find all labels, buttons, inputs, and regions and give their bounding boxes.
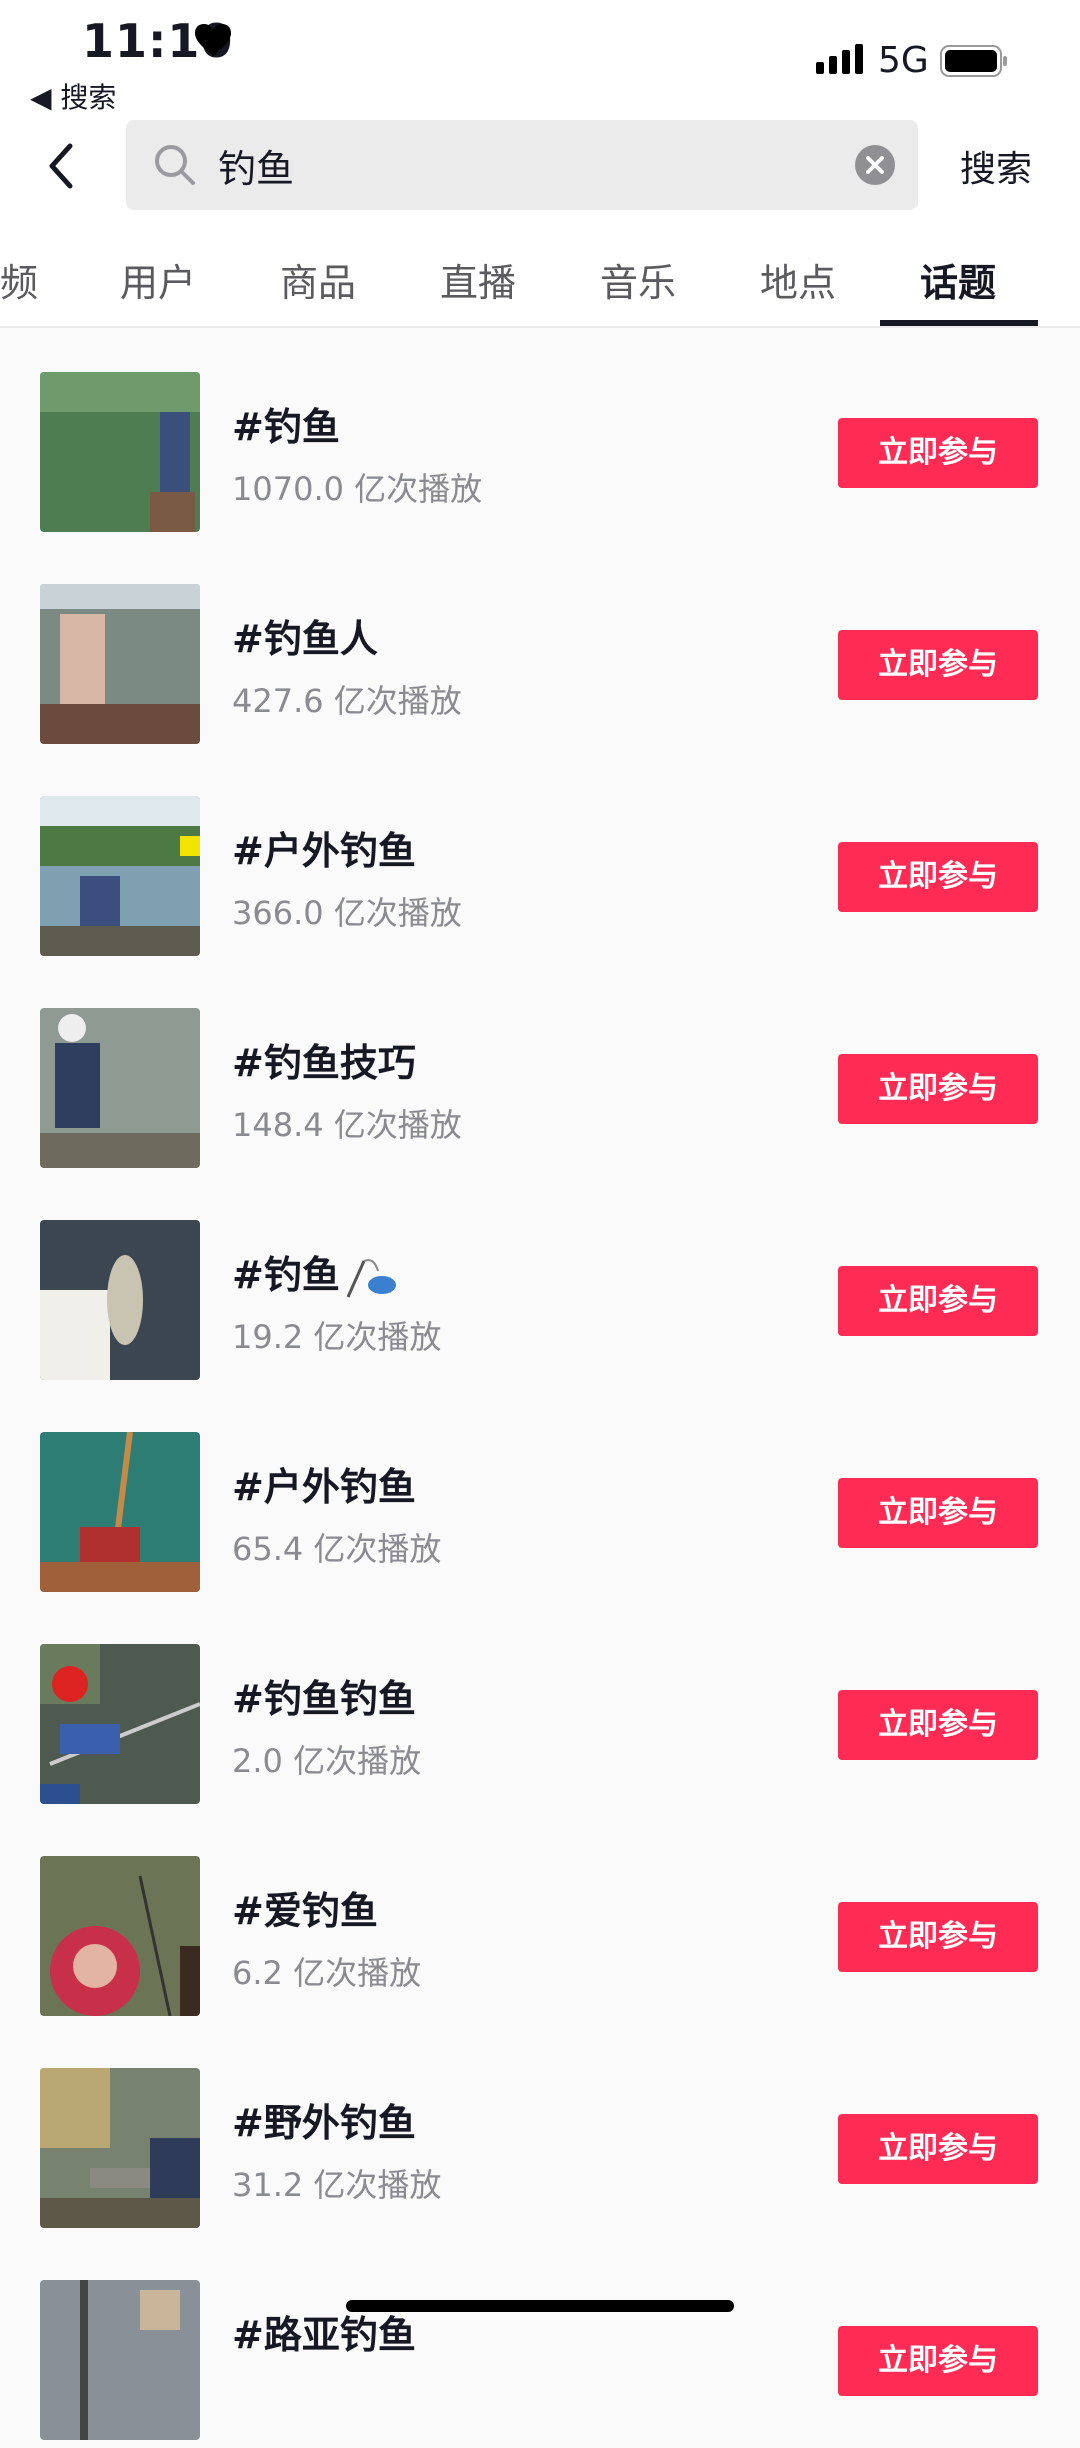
topic-title: #户外钓鱼	[232, 1465, 416, 1509]
topic-row[interactable]: #野外钓鱼 31.2 亿次播放 立即参与	[0, 2024, 1080, 2236]
topic-row[interactable]: #户外钓鱼 65.4 亿次播放 立即参与	[0, 1388, 1080, 1600]
topic-title: #户外钓鱼	[232, 829, 416, 873]
topic-play-count: 65.4 亿次播放	[232, 1530, 442, 1568]
tab-video[interactable]: 频	[0, 252, 38, 307]
category-tabs: 频 用户 商品 直播 音乐 地点 话题	[0, 212, 1080, 328]
topic-row[interactable]: #钓鱼 1070.0 亿次播放 立即参与	[0, 328, 1080, 540]
tab-topics[interactable]: 话题	[920, 252, 996, 307]
tab-live[interactable]: 直播	[440, 252, 516, 307]
back-arrow-icon[interactable]	[38, 138, 88, 194]
topic-title: #爱钓鱼	[232, 1889, 378, 1933]
fishing-emoji-icon	[346, 1258, 396, 1298]
topic-play-count: 366.0 亿次播放	[232, 894, 462, 932]
tab-products[interactable]: 商品	[280, 252, 356, 307]
topic-row[interactable]: #钓鱼技巧 148.4 亿次播放 立即参与	[0, 964, 1080, 1176]
join-button[interactable]: 立即参与	[838, 1690, 1038, 1760]
topic-title: #钓鱼	[232, 1244, 398, 1301]
network-type: 5G	[878, 40, 929, 81]
topic-title: #路亚钓鱼	[232, 2313, 416, 2357]
tab-places[interactable]: 地点	[760, 252, 836, 307]
join-button[interactable]: 立即参与	[838, 2114, 1038, 2184]
topic-thumbnail	[40, 1008, 200, 1168]
signal-icon	[816, 44, 863, 74]
active-tab-indicator	[880, 320, 1038, 326]
topic-play-count: 1070.0 亿次播放	[232, 470, 483, 508]
status-bar: 11:10 ◀ 搜索 5G	[0, 0, 1080, 120]
topic-play-count: 6.2 亿次播放	[232, 1954, 422, 1992]
topic-thumbnail	[40, 1432, 200, 1592]
topic-row[interactable]: #钓鱼人 427.6 亿次播放 立即参与	[0, 540, 1080, 752]
topic-row[interactable]: #爱钓鱼 6.2 亿次播放 立即参与	[0, 1812, 1080, 2024]
topic-play-count: 2.0 亿次播放	[232, 1742, 422, 1780]
topic-play-count: 31.2 亿次播放	[232, 2166, 442, 2204]
search-button[interactable]: 搜索	[960, 140, 1032, 192]
tab-users[interactable]: 用户	[120, 252, 196, 307]
topic-thumbnail	[40, 2280, 200, 2440]
search-header: 钓鱼 搜索	[0, 120, 1080, 212]
topic-thumbnail	[40, 372, 200, 532]
topic-thumbnail	[40, 1856, 200, 2016]
home-indicator[interactable]	[346, 2300, 734, 2312]
topic-play-count: 427.6 亿次播放	[232, 682, 462, 720]
topic-thumbnail	[40, 1644, 200, 1804]
join-button[interactable]: 立即参与	[838, 1902, 1038, 1972]
search-icon	[155, 145, 195, 185]
join-button[interactable]: 立即参与	[838, 2326, 1038, 2396]
heart-icon	[195, 24, 231, 56]
topic-title: #钓鱼	[232, 405, 340, 449]
join-button[interactable]: 立即参与	[838, 1054, 1038, 1124]
topic-play-count: 148.4 亿次播放	[232, 1106, 462, 1144]
topic-title: #野外钓鱼	[232, 2101, 416, 2145]
join-button[interactable]: 立即参与	[838, 1478, 1038, 1548]
topic-thumbnail	[40, 796, 200, 956]
topic-thumbnail	[40, 584, 200, 744]
topic-thumbnail	[40, 2068, 200, 2228]
battery-icon	[940, 45, 1007, 77]
tab-music[interactable]: 音乐	[600, 252, 676, 307]
join-button[interactable]: 立即参与	[838, 418, 1038, 488]
topic-row[interactable]: #钓鱼钓鱼 2.0 亿次播放 立即参与	[0, 1600, 1080, 1812]
search-query: 钓鱼	[218, 147, 295, 191]
topic-title: #钓鱼钓鱼	[232, 1677, 416, 1721]
join-button[interactable]: 立即参与	[838, 842, 1038, 912]
join-button[interactable]: 立即参与	[838, 1266, 1038, 1336]
topic-row[interactable]: #户外钓鱼 366.0 亿次播放 立即参与	[0, 752, 1080, 964]
topic-title: #钓鱼技巧	[232, 1041, 416, 1085]
search-input[interactable]: 钓鱼	[126, 120, 918, 210]
topic-thumbnail	[40, 1220, 200, 1380]
topic-row[interactable]: #钓鱼 19.2 亿次播放 立即参与	[0, 1176, 1080, 1388]
topic-row[interactable]: #路亚钓鱼 立即参与	[0, 2236, 1080, 2448]
clear-icon[interactable]	[854, 144, 896, 186]
topic-title: #钓鱼人	[232, 617, 378, 661]
topic-play-count: 19.2 亿次播放	[232, 1318, 442, 1356]
back-to-app-link[interactable]: ◀ 搜索	[30, 76, 116, 116]
join-button[interactable]: 立即参与	[838, 630, 1038, 700]
